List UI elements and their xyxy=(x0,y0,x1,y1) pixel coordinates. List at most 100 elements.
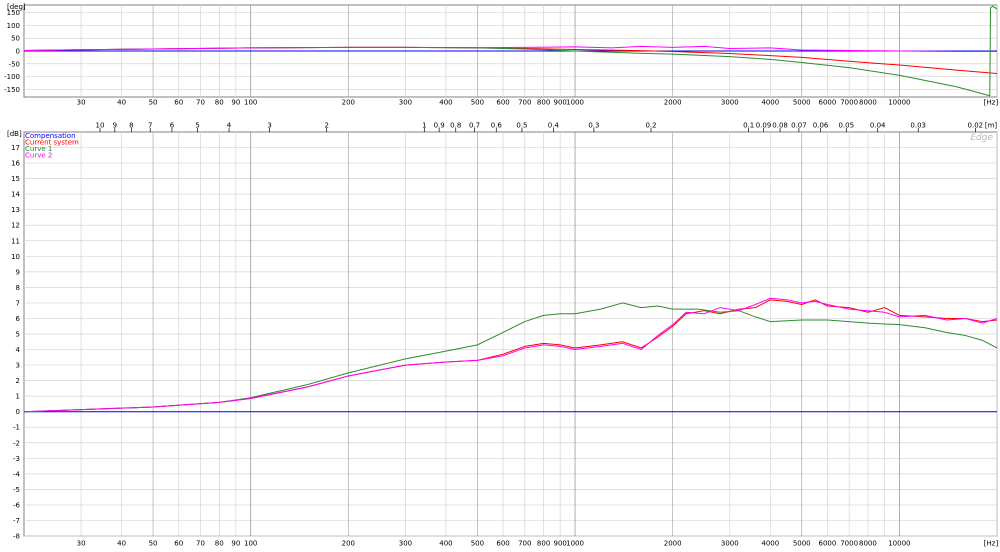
x-tick-label-magnitude: 800 xyxy=(537,540,550,548)
y-tick-label-magnitude: -6 xyxy=(13,501,21,509)
y-tick-label-magnitude: 16 xyxy=(11,160,20,168)
x-tick-label-phase: 30 xyxy=(77,99,86,107)
x-tick-label-magnitude: 100 xyxy=(244,540,257,548)
top-axis-tick-label: 0.09 xyxy=(756,122,772,130)
y-tick-label-magnitude: 10 xyxy=(11,253,20,261)
y-tick-label-magnitude: 4 xyxy=(16,346,21,354)
y-tick-label-magnitude: -1 xyxy=(13,424,20,432)
x-tick-label-magnitude: 2000 xyxy=(664,540,682,548)
x-tick-label-magnitude: 10000 xyxy=(888,540,910,548)
y-tick-label-magnitude: 9 xyxy=(16,268,20,276)
y-tick-label-magnitude: 14 xyxy=(11,191,20,199)
x-tick-label-magnitude: 90 xyxy=(231,540,240,548)
x-tick-label-phase: 300 xyxy=(399,99,412,107)
x-tick-label-phase: 800 xyxy=(537,99,550,107)
x-tick-label-phase: 80 xyxy=(215,99,224,107)
top-axis-tick-label: 8 xyxy=(129,122,133,130)
x-tick-label-phase: 3000 xyxy=(721,99,739,107)
top-axis-tick-label: 6 xyxy=(170,122,175,130)
x-tick-label-magnitude: 6000 xyxy=(818,540,836,548)
x-tick-label-phase: 6000 xyxy=(818,99,836,107)
y-tick-label-magnitude: 0 xyxy=(16,408,20,416)
y-tick-label-magnitude: 8 xyxy=(16,284,20,292)
x-tick-label-phase: 500 xyxy=(471,99,484,107)
y-tick-label-phase: -50 xyxy=(9,60,20,68)
x-tick-label-phase: 90 xyxy=(231,99,240,107)
x-tick-label-phase: 2000 xyxy=(664,99,682,107)
y-tick-label-phase: -100 xyxy=(4,73,20,81)
x-tick-label-phase: 700 xyxy=(518,99,531,107)
x-tick-label-phase: 1000 xyxy=(566,99,584,107)
x-tick-label-magnitude: 400 xyxy=(439,540,452,548)
x-axis-label-phase: [Hz] xyxy=(984,99,999,107)
y-tick-label-magnitude: -3 xyxy=(13,455,20,463)
top-axis-tick-label: 5 xyxy=(195,122,199,130)
y-tick-label-phase: 50 xyxy=(11,35,20,43)
y-tick-label-magnitude: -4 xyxy=(13,470,21,478)
top-axis-tick-label: 0.2 xyxy=(645,122,656,130)
x-tick-label-magnitude: 300 xyxy=(399,540,412,548)
y-tick-label-magnitude: 12 xyxy=(11,222,20,230)
frequency-response-chart: 150100500-50-100-150[deg]30 40 50 60 70 80 90 1… xyxy=(4,3,999,548)
top-axis-tick-label: 0.3 xyxy=(588,122,599,130)
y-tick-label-magnitude: -7 xyxy=(13,517,20,525)
x-tick-label-magnitude: 7000 xyxy=(840,540,858,548)
x-tick-label-phase: 7000 xyxy=(840,99,858,107)
y-axis-label-phase: [deg] xyxy=(7,3,26,11)
x-tick-label-magnitude: 5000 xyxy=(793,540,811,548)
top-axis-tick-label: 7 xyxy=(148,122,152,130)
y-tick-label-magnitude: 2 xyxy=(16,377,20,385)
top-axis-tick-label: 2 xyxy=(324,122,328,130)
y-tick-label-magnitude: -5 xyxy=(13,486,20,494)
x-tick-label-phase: 100 xyxy=(244,99,257,107)
top-axis-tick-label: 0.8 xyxy=(450,122,461,130)
y-tick-label-phase: 0 xyxy=(16,48,20,56)
top-axis-tick-label: 3 xyxy=(267,122,271,130)
x-tick-label-phase: 10000 xyxy=(888,99,910,107)
x-tick-label-phase: 8000 xyxy=(859,99,877,107)
top-axis-tick-label: 0.1 xyxy=(743,122,754,130)
top-axis-tick-label: 4 xyxy=(227,122,232,130)
x-tick-label-magnitude: 600 xyxy=(496,540,509,548)
x-tick-label-magnitude: 40 xyxy=(117,540,126,548)
x-tick-label-magnitude: 60 xyxy=(174,540,183,548)
y-tick-label-magnitude: 11 xyxy=(11,237,20,245)
x-tick-label-magnitude: 70 xyxy=(196,540,205,548)
top-axis-tick-label: 0.9 xyxy=(434,122,445,130)
x-tick-label-phase: 5000 xyxy=(793,99,811,107)
x-tick-label-magnitude: 3000 xyxy=(721,540,739,548)
y-tick-label-magnitude: 15 xyxy=(11,175,20,183)
top-axis-tick-label: 0.06 xyxy=(813,122,829,130)
top-axis-tick-label: 1 xyxy=(422,122,426,130)
top-axis-tick-label: 0.03 xyxy=(910,122,926,130)
x-tick-label-phase: 600 xyxy=(496,99,509,107)
x-tick-label-phase: 60 xyxy=(174,99,183,107)
x-tick-label-phase: 40 xyxy=(117,99,126,107)
top-axis-tick-label: 0.02 xyxy=(968,122,984,130)
top-axis-label: [m] xyxy=(985,122,998,130)
y-tick-label-magnitude: 3 xyxy=(16,362,20,370)
y-tick-label-magnitude: 5 xyxy=(16,331,20,339)
x-tick-label-magnitude: 1000 xyxy=(566,540,584,548)
x-tick-label-phase: 4000 xyxy=(761,99,779,107)
x-axis-label-magnitude: [Hz] xyxy=(984,540,999,548)
watermark-text: Edge xyxy=(970,133,993,143)
y-tick-label-phase: 100 xyxy=(7,22,20,30)
y-tick-label-magnitude: -8 xyxy=(13,533,20,541)
x-tick-label-magnitude: 4000 xyxy=(761,540,779,548)
top-axis-tick-label: 9 xyxy=(113,122,117,130)
y-tick-label-magnitude: 7 xyxy=(16,299,20,307)
top-axis-tick-label: 0.6 xyxy=(491,122,503,130)
x-tick-label-magnitude: 900 xyxy=(554,540,567,548)
top-axis-tick-label: 0.7 xyxy=(469,122,480,130)
x-tick-label-magnitude: 80 xyxy=(215,540,224,548)
x-tick-label-phase: 200 xyxy=(342,99,355,107)
x-tick-label-magnitude: 500 xyxy=(471,540,484,548)
x-tick-label-phase: 900 xyxy=(554,99,567,107)
x-tick-label-magnitude: 700 xyxy=(518,540,531,548)
x-tick-label-phase: 70 xyxy=(196,99,205,107)
y-axis-label-magnitude: [dB] xyxy=(7,130,22,138)
x-tick-label-phase: 50 xyxy=(149,99,158,107)
x-tick-label-magnitude: 30 xyxy=(77,540,86,548)
top-axis-tick-label: 0.5 xyxy=(516,122,527,130)
